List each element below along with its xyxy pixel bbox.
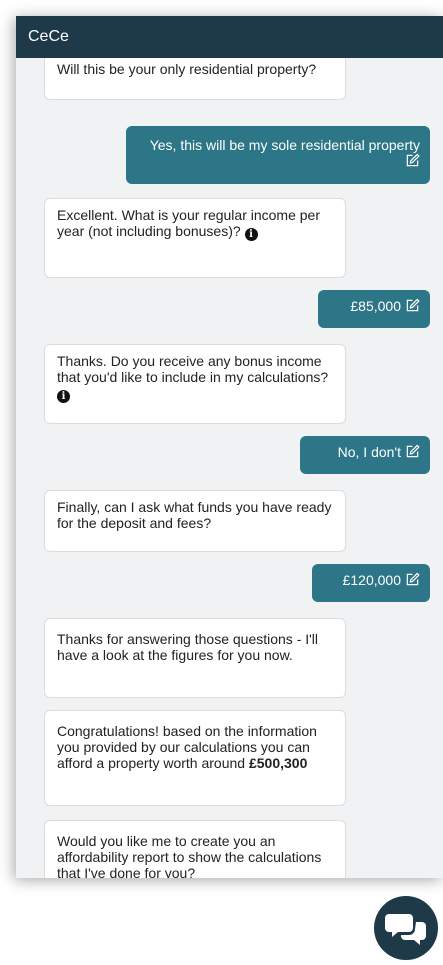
- bot-message-text: Thanks for answering those questions - I…: [57, 631, 319, 663]
- bot-message-text: Would you like me to create you an affor…: [57, 833, 322, 878]
- user-message: No, I don't: [300, 436, 430, 474]
- bot-message: Thanks. Do you receive any bonus income …: [44, 344, 346, 424]
- edit-icon[interactable]: [405, 298, 420, 316]
- bot-message: Congratulations! based on the informatio…: [44, 710, 346, 806]
- bot-message: Finally, can I ask what funds you have r…: [44, 490, 346, 552]
- user-message-text: £85,000: [350, 298, 401, 314]
- edit-icon[interactable]: [405, 444, 420, 462]
- chat-title: CeCe: [28, 28, 69, 45]
- chat-bubbles-icon: [385, 914, 426, 945]
- bot-message-text: Will this be your only residential prope…: [57, 61, 317, 77]
- edit-icon[interactable]: [405, 153, 420, 171]
- info-icon[interactable]: i: [244, 228, 258, 241]
- chat-widget: CeCe Will this be your only residential …: [16, 16, 443, 878]
- bot-message-text: Finally, can I ask what funds you have r…: [57, 499, 332, 531]
- user-message: Yes, this will be my sole residential pr…: [126, 126, 430, 184]
- user-message: £85,000: [318, 290, 430, 328]
- affordable-amount: £500,300: [248, 755, 308, 771]
- user-message-text: £120,000: [342, 572, 401, 588]
- bot-message-text: Thanks. Do you receive any bonus income …: [57, 353, 329, 385]
- user-message: £120,000: [312, 564, 430, 602]
- message-list[interactable]: Will this be your only residential prope…: [16, 58, 443, 878]
- user-message-text: Yes, this will be my sole residential pr…: [149, 137, 420, 153]
- bot-message: Thanks for answering those questions - I…: [44, 618, 346, 698]
- edit-icon[interactable]: [405, 572, 420, 590]
- chat-header: CeCe: [16, 16, 443, 58]
- bot-message: Would you like me to create you an affor…: [44, 820, 346, 878]
- bot-message-text: Excellent. What is your regular income p…: [57, 207, 320, 239]
- info-icon[interactable]: i: [57, 390, 70, 403]
- chat-launcher-button[interactable]: [374, 896, 438, 960]
- user-message-text: No, I don't: [337, 444, 401, 460]
- bot-message: Excellent. What is your regular income p…: [44, 198, 346, 278]
- bot-message: Will this be your only residential prope…: [44, 58, 346, 100]
